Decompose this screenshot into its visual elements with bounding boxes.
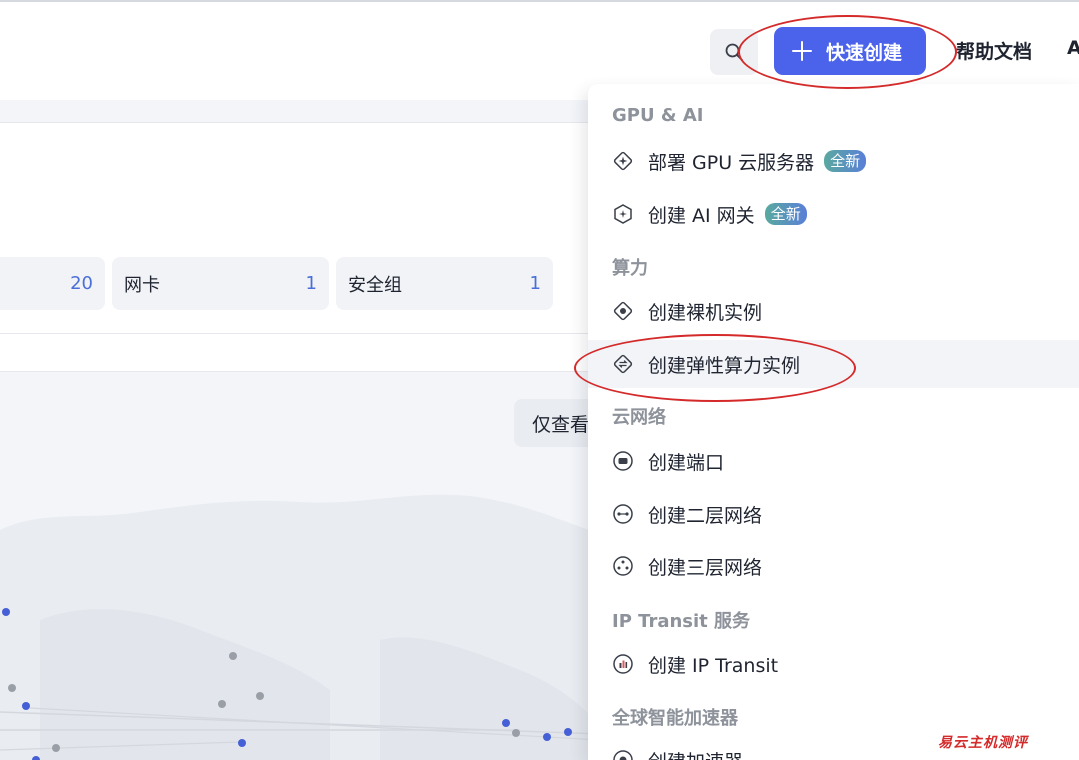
watermark: 易云主机测评 <box>938 735 1028 751</box>
new-badge: 全新 <box>764 203 807 225</box>
group-title-global-accelerator: 全球智能加速器 <box>612 708 738 729</box>
stat-card-partial[interactable]: 20 <box>0 257 105 310</box>
world-map <box>0 494 600 760</box>
group-title-compute: 算力 <box>612 258 648 279</box>
map-node <box>543 733 551 741</box>
search-button[interactable] <box>710 29 758 75</box>
menu-item-label: 创建二层网络 <box>648 504 763 527</box>
quick-create-dropdown: GPU & AI 部署 GPU 云服务器 全新 创建 AI 网关 全新 算力 创… <box>588 84 1079 760</box>
new-badge: 全新 <box>824 150 867 172</box>
account-menu-partial[interactable]: A <box>1067 37 1079 59</box>
map-node <box>22 702 30 710</box>
quick-create-button[interactable]: 快速创建 <box>774 27 926 75</box>
group-title-gpu-ai: GPU & AI <box>612 105 704 126</box>
menu-item-label: 创建端口 <box>648 451 725 474</box>
stat-value: 1 <box>529 273 541 294</box>
map-node <box>564 728 572 736</box>
layer2-network-icon <box>612 503 634 525</box>
menu-item-create-elastic-compute[interactable]: 创建弹性算力实例 <box>588 340 1079 388</box>
menu-item-deploy-gpu-server[interactable]: 部署 GPU 云服务器 全新 <box>588 137 1079 185</box>
map-node <box>229 652 237 660</box>
accelerator-icon <box>612 749 634 760</box>
search-icon <box>725 43 743 61</box>
menu-item-label: 创建裸机实例 <box>648 301 763 324</box>
stat-card-security-group[interactable]: 安全组 1 <box>336 257 553 310</box>
menu-item-create-layer3-network[interactable]: 创建三层网络 <box>588 542 1079 590</box>
menu-item-label: 部署 GPU 云服务器 <box>648 151 815 174</box>
menu-item-create-ip-transit[interactable]: 创建 IP Transit <box>588 640 1079 688</box>
plus-icon <box>792 41 812 61</box>
map-node <box>512 729 520 737</box>
group-title-cloud-network: 云网络 <box>612 407 666 428</box>
menu-item-label: 创建 AI 网关 <box>648 204 755 227</box>
gpu-diamond-icon <box>612 150 634 172</box>
group-title-ip-transit: IP Transit 服务 <box>612 611 751 632</box>
menu-item-create-port[interactable]: 创建端口 <box>588 437 1079 485</box>
ai-gateway-icon <box>612 203 634 225</box>
layer3-network-icon <box>612 555 634 577</box>
menu-item-label: 创建弹性算力实例 <box>648 354 801 377</box>
stat-value: 20 <box>70 273 93 294</box>
stat-label: 安全组 <box>348 274 402 296</box>
menu-item-label: 创建加速器 <box>648 747 743 760</box>
elastic-compute-icon <box>612 353 634 375</box>
map-node <box>2 608 10 616</box>
quick-create-label: 快速创建 <box>826 41 903 64</box>
menu-item-create-ai-gateway[interactable]: 创建 AI 网关 全新 <box>588 190 1079 238</box>
help-docs-link[interactable]: 帮助文档 <box>956 37 1032 64</box>
menu-item-label: 创建三层网络 <box>648 556 763 579</box>
stat-value: 1 <box>305 273 317 294</box>
map-node <box>52 744 60 752</box>
menu-item-create-bare-metal[interactable]: 创建裸机实例 <box>588 287 1079 335</box>
port-icon <box>612 450 634 472</box>
map-node <box>218 700 226 708</box>
ip-transit-icon <box>612 653 634 675</box>
map-node <box>256 692 264 700</box>
menu-item-create-layer2-network[interactable]: 创建二层网络 <box>588 490 1079 538</box>
map-node <box>238 739 246 747</box>
map-node <box>8 684 16 692</box>
stat-card-nic[interactable]: 网卡 1 <box>112 257 329 310</box>
map-node <box>502 719 510 727</box>
menu-item-label: 创建 IP Transit <box>648 654 779 677</box>
stat-label: 网卡 <box>124 274 160 296</box>
bare-metal-icon <box>612 300 634 322</box>
